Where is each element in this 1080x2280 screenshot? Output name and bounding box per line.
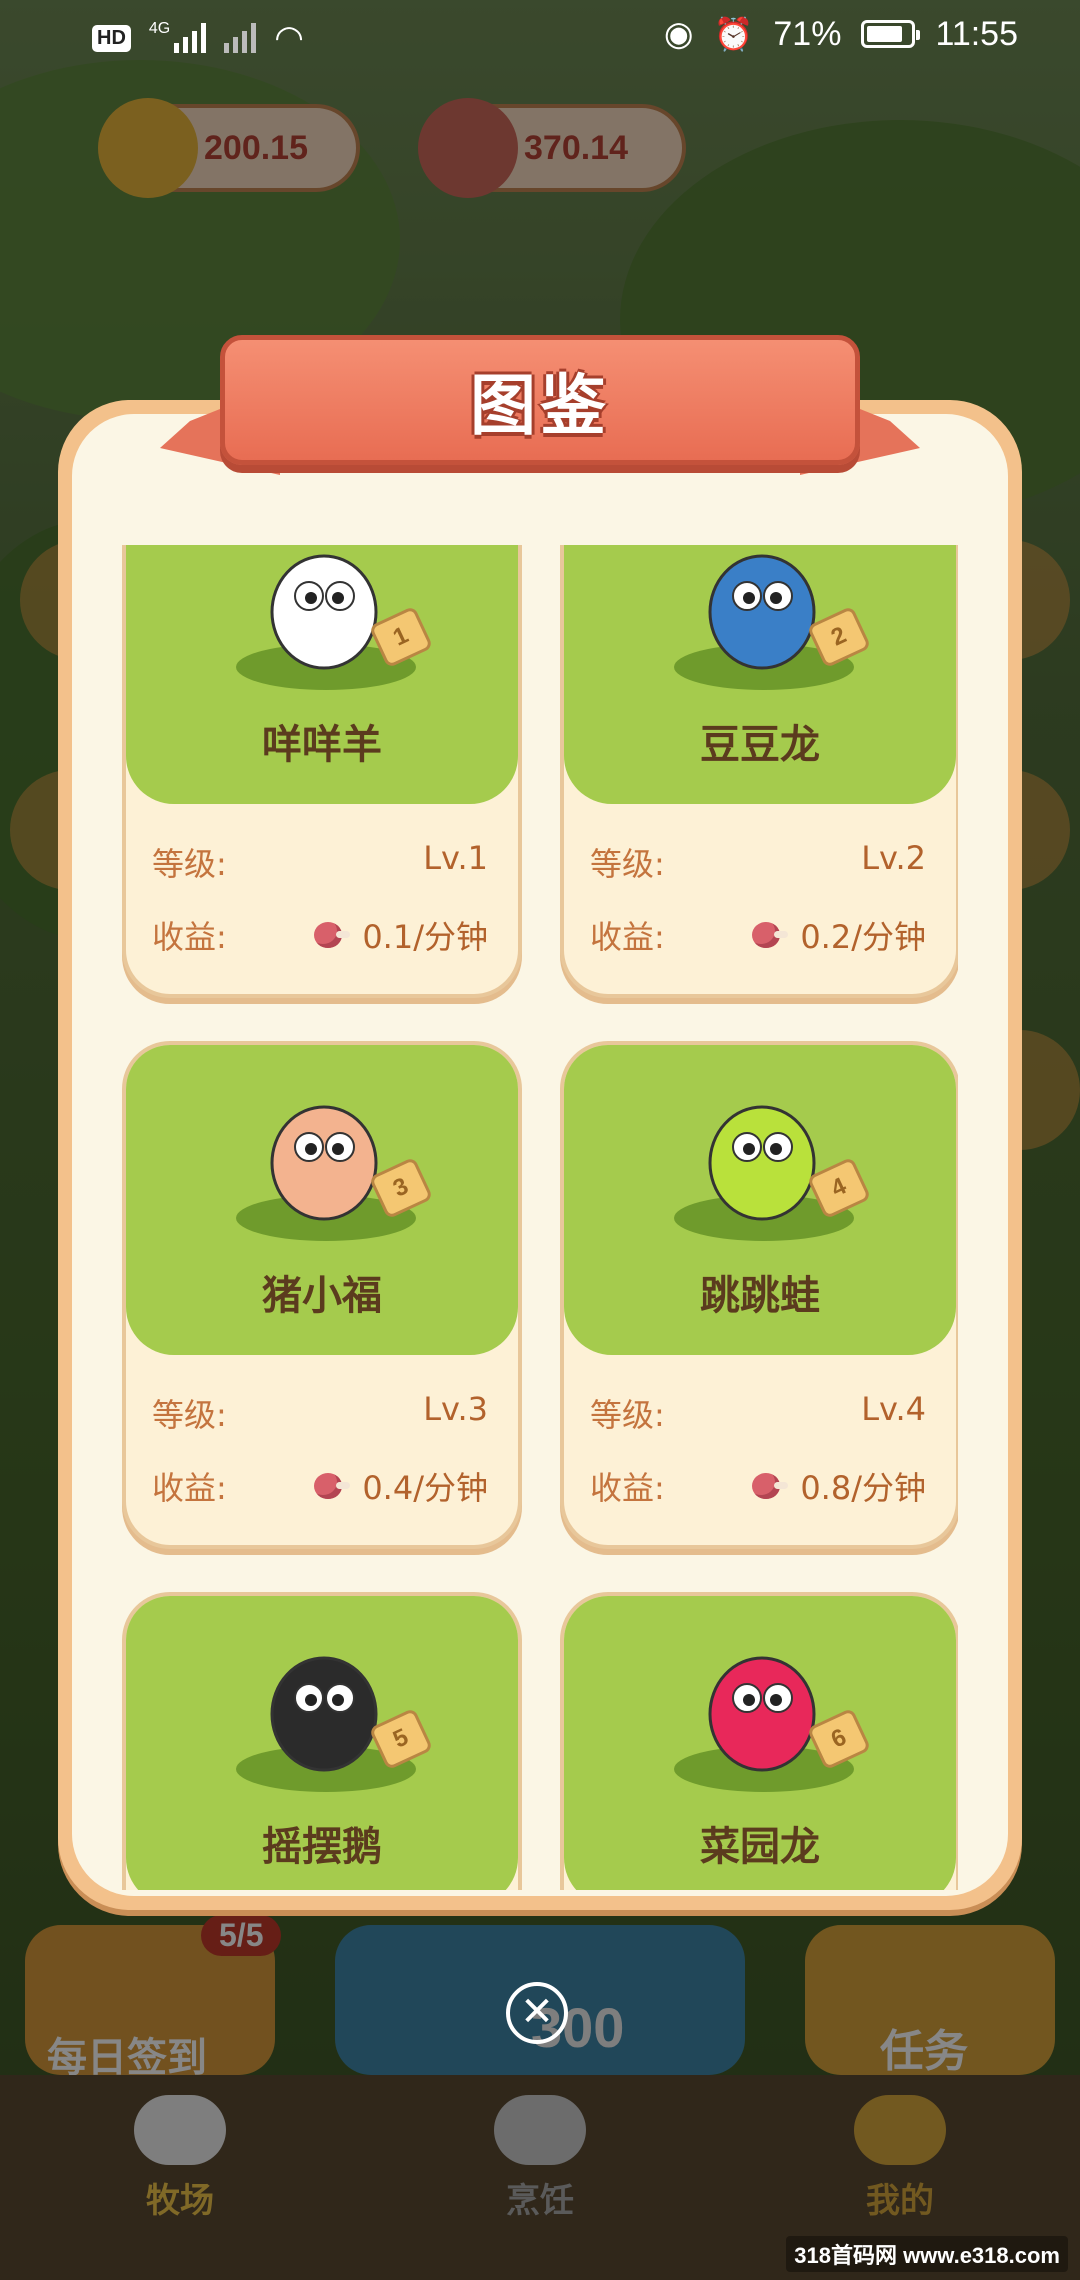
eye-icon: ◉ — [663, 15, 694, 53]
animal-name: 跳跳蛙 — [700, 1273, 820, 1319]
level-value: Lv.1 — [423, 839, 488, 877]
animal-icon — [270, 554, 378, 670]
level-label: 等级: — [152, 1396, 227, 1434]
close-icon[interactable]: ✕ — [506, 1982, 568, 2044]
title-ribbon: 图鉴 — [160, 325, 920, 505]
income-value-wrap: 0.4/分钟 — [312, 1463, 488, 1509]
animal-name: 菜园龙 — [700, 1824, 820, 1870]
wifi-icon: ◠ — [274, 19, 304, 57]
income-value-wrap: 0.1/分钟 — [312, 912, 488, 958]
animal-name: 咩咩羊 — [262, 722, 382, 768]
card-header: 3 猪小福 — [126, 1045, 518, 1355]
level-label: 等级: — [590, 845, 665, 883]
income-value: 0.4/分钟 — [362, 1469, 488, 1507]
collection-card[interactable]: 2 豆豆龙等级: Lv.2 收益: 0.2/分钟 — [560, 545, 958, 998]
battery-percent: 71% — [773, 14, 842, 53]
animal-name: 猪小福 — [262, 1273, 382, 1319]
level-value: Lv.3 — [423, 1390, 488, 1428]
hd-icon: HD — [92, 24, 131, 52]
meat-icon — [312, 1469, 352, 1503]
income-row: 收益: 0.2/分钟 — [590, 912, 926, 962]
level-row: 等级: Lv.4 — [590, 1390, 926, 1440]
animal-icon — [708, 554, 816, 670]
animal-icon — [270, 1105, 378, 1221]
ribbon-body: 图鉴 — [220, 335, 860, 465]
card-header: 1 咩咩羊 — [126, 545, 518, 804]
income-value: 0.8/分钟 — [800, 1469, 926, 1507]
level-value: Lv.2 — [861, 839, 926, 877]
meat-icon — [750, 918, 790, 952]
animal-icon — [708, 1656, 816, 1772]
battery-icon — [861, 20, 921, 48]
animal-icon — [270, 1656, 378, 1772]
income-row: 收益: 0.4/分钟 — [152, 1463, 488, 1513]
network-type: 4G — [148, 20, 171, 37]
alarm-icon: ⏰ — [713, 16, 754, 52]
signal-icon — [174, 23, 207, 53]
watermark: 318首码网 www.e318.com — [786, 2236, 1068, 2272]
collection-card[interactable]: 6菜园龙等级:收益: — [560, 1592, 958, 1890]
income-value: 0.1/分钟 — [362, 918, 488, 956]
level-label: 等级: — [590, 1396, 665, 1434]
income-label: 收益: — [590, 918, 665, 956]
animal-icon — [708, 1105, 816, 1221]
income-label: 收益: — [152, 1469, 227, 1507]
status-bar: HD 4G ◠ ◉ ⏰ 71% 11:55 — [0, 0, 1080, 72]
income-row: 收益: 0.8/分钟 — [590, 1463, 926, 1513]
signal-icon-2 — [224, 23, 257, 53]
modal-title: 图鉴 — [470, 367, 610, 444]
meat-icon — [312, 918, 352, 952]
income-value-wrap: 0.2/分钟 — [750, 912, 926, 958]
income-label: 收益: — [590, 1469, 665, 1507]
collection-card[interactable]: 4 跳跳蛙等级: Lv.4 收益: 0.8/分钟 — [560, 1041, 958, 1549]
card-header: 2 豆豆龙 — [564, 545, 956, 804]
animal-name: 摇摆鹅 — [262, 1824, 382, 1870]
collection-card[interactable]: 1 咩咩羊等级: Lv.1 收益: 0.1/分钟 — [122, 545, 522, 998]
level-row: 等级: Lv.1 — [152, 839, 488, 889]
level-label: 等级: — [152, 845, 227, 883]
collection-card[interactable]: 3 猪小福等级: Lv.3 收益: 0.4/分钟 — [122, 1041, 522, 1549]
meat-icon — [750, 1469, 790, 1503]
card-header: 5 摇摆鹅 — [126, 1596, 518, 1890]
animal-name: 豆豆龙 — [700, 722, 820, 768]
collection-grid[interactable]: 1 咩咩羊等级: Lv.1 收益: 0.1/分钟 2 豆豆龙等级: Lv.2 收益: 0.2/分钟… — [122, 545, 958, 1890]
level-row: 等级: Lv.2 — [590, 839, 926, 889]
income-row: 收益: 0.1/分钟 — [152, 912, 488, 962]
clock: 11:55 — [935, 14, 1018, 53]
card-header: 4 跳跳蛙 — [564, 1045, 956, 1355]
level-value: Lv.4 — [861, 1390, 926, 1428]
collection-card[interactable]: 5摇摆鹅等级:收益: — [122, 1592, 522, 1890]
income-value: 0.2/分钟 — [800, 918, 926, 956]
income-value-wrap: 0.8/分钟 — [750, 1463, 926, 1509]
income-label: 收益: — [152, 918, 227, 956]
card-header: 6 菜园龙 — [564, 1596, 956, 1890]
level-row: 等级: Lv.3 — [152, 1390, 488, 1440]
